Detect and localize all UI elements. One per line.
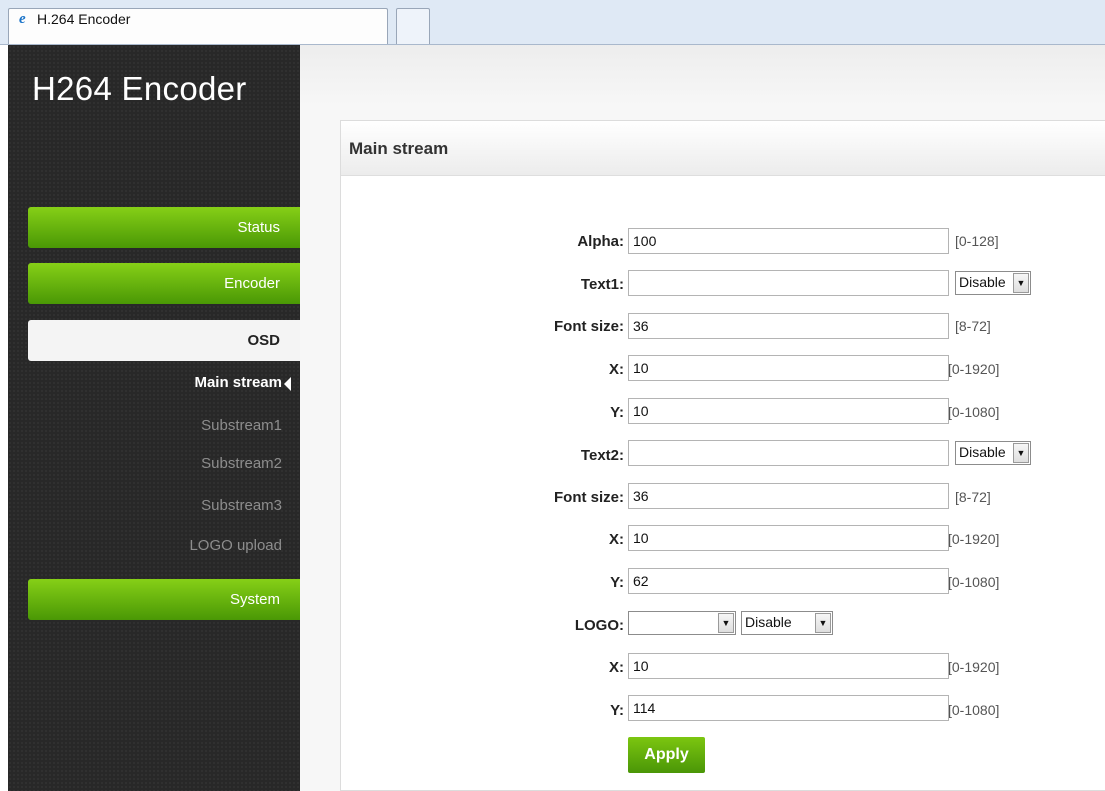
text1-select-value: Disable: [959, 274, 1006, 290]
y1-input[interactable]: [628, 398, 949, 424]
browser-tab-title: H.264 Encoder: [37, 11, 131, 27]
sidebar-item-logo-upload[interactable]: LOGO upload: [28, 537, 282, 554]
font-size2-input[interactable]: [628, 483, 949, 509]
logo-enable-select[interactable]: Disable ▼: [741, 611, 833, 635]
x3-range: [0-1920]: [948, 659, 1000, 675]
chevron-down-icon: ▼: [815, 613, 831, 633]
nav-status-button[interactable]: Status: [28, 207, 300, 248]
text1-enable-select[interactable]: Disable ▼: [955, 271, 1031, 295]
font-size1-input[interactable]: [628, 313, 949, 339]
chevron-down-icon: ▼: [1013, 273, 1029, 293]
sidebar-item-substream1[interactable]: Substream1: [28, 417, 282, 434]
font-size1-label: Font size:: [554, 318, 624, 335]
panel-header: Main stream: [341, 121, 1105, 176]
y3-range: [0-1080]: [948, 702, 1000, 718]
chevron-down-icon: ▼: [718, 613, 734, 633]
text2-input[interactable]: [628, 440, 949, 466]
sidebar-item-main-stream-label: Main stream: [194, 374, 282, 391]
browser-tab[interactable]: e H.264 Encoder: [8, 8, 388, 44]
text2-enable-select[interactable]: Disable ▼: [955, 441, 1031, 465]
nav-system-button[interactable]: System: [28, 579, 300, 620]
x2-label: X:: [609, 531, 624, 548]
font-size1-range: [8-72]: [955, 318, 991, 334]
x1-range: [0-1920]: [948, 361, 1000, 377]
logo-file-select[interactable]: ▼: [628, 611, 736, 635]
browser-tab-strip: e H.264 Encoder: [0, 0, 1105, 45]
text2-select-value: Disable: [959, 444, 1006, 460]
panel-title: Main stream: [349, 139, 449, 158]
logo-label: LOGO:: [574, 617, 624, 634]
alpha-range: [0-128]: [955, 233, 999, 249]
new-tab-button[interactable]: [396, 8, 430, 44]
nav-encoder-button[interactable]: Encoder: [28, 263, 300, 304]
apply-button[interactable]: Apply: [628, 737, 705, 773]
logo-select-value: Disable: [745, 614, 792, 630]
x3-input[interactable]: [628, 653, 949, 679]
y2-input[interactable]: [628, 568, 949, 594]
sidebar-item-substream3[interactable]: Substream3: [28, 497, 282, 514]
y2-range: [0-1080]: [948, 574, 1000, 590]
active-pointer-icon: [284, 377, 291, 391]
nav-osd-label: OSD: [247, 332, 280, 349]
sidebar-item-main-stream[interactable]: Main stream: [28, 374, 291, 391]
font-size2-label: Font size:: [554, 489, 624, 506]
x3-label: X:: [609, 659, 624, 676]
x1-label: X:: [609, 361, 624, 378]
x1-input[interactable]: [628, 355, 949, 381]
text1-label: Text1:: [580, 276, 624, 293]
y3-input[interactable]: [628, 695, 949, 721]
nav-osd-button[interactable]: OSD: [28, 320, 300, 361]
x2-input[interactable]: [628, 525, 949, 551]
y1-label: Y:: [610, 404, 624, 421]
font-size2-range: [8-72]: [955, 489, 991, 505]
ie-icon: e: [19, 11, 26, 27]
chevron-down-icon: ▼: [1013, 443, 1029, 463]
app-logo: H264 Encoder: [32, 70, 247, 107]
y3-label: Y:: [610, 702, 624, 719]
alpha-input[interactable]: [628, 228, 949, 254]
y2-label: Y:: [610, 574, 624, 591]
alpha-label: Alpha:: [577, 233, 624, 250]
text2-label: Text2:: [580, 447, 624, 464]
x2-range: [0-1920]: [948, 531, 1000, 547]
y1-range: [0-1080]: [948, 404, 1000, 420]
sidebar-item-substream2[interactable]: Substream2: [28, 455, 282, 472]
text1-input[interactable]: [628, 270, 949, 296]
